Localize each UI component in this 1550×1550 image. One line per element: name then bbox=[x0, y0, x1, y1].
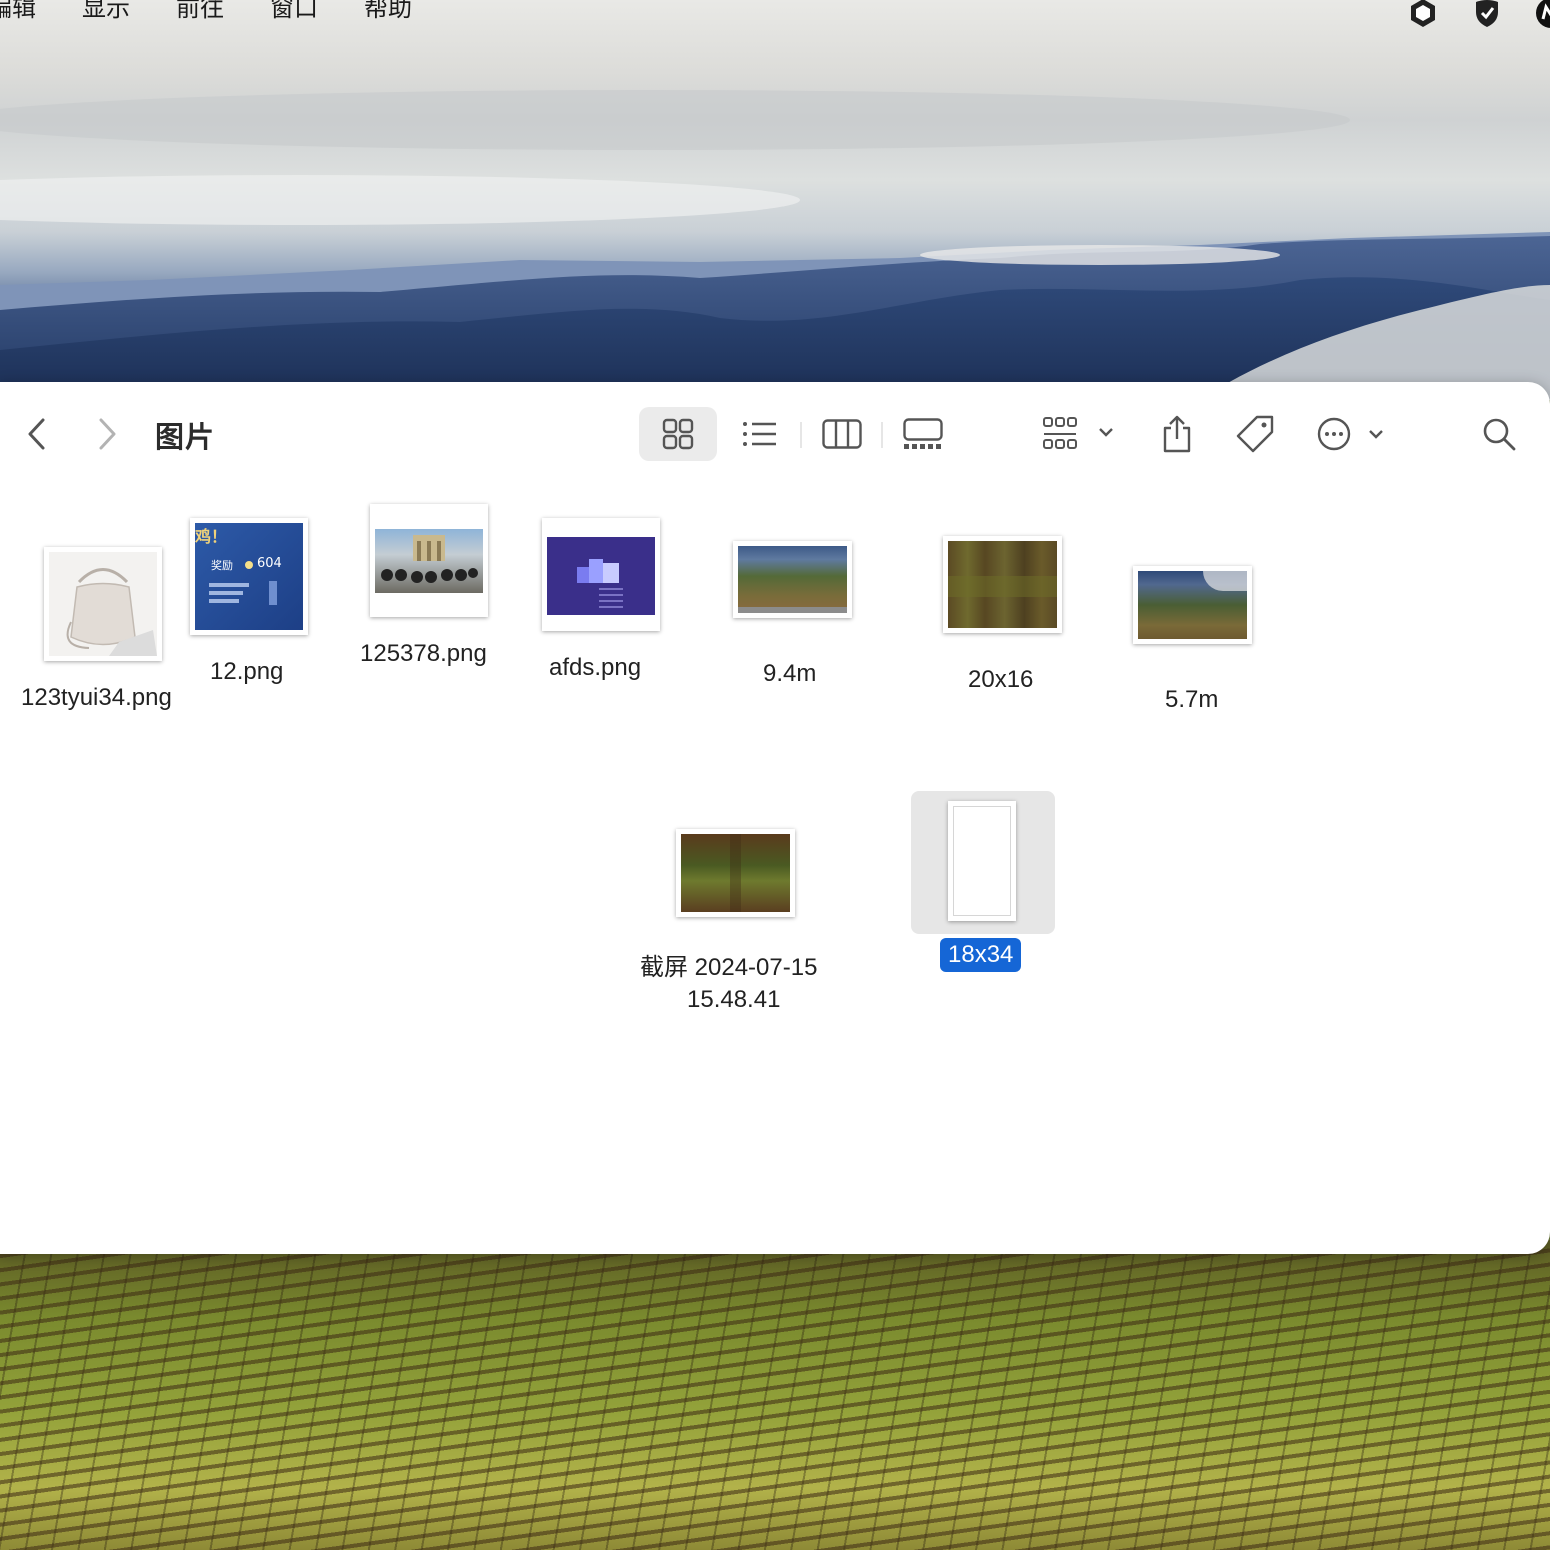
forward-button[interactable] bbox=[90, 414, 126, 454]
menu-window[interactable]: 窗口 bbox=[270, 0, 318, 20]
window-title: 图片 bbox=[155, 420, 216, 454]
more-actions-button[interactable] bbox=[1312, 407, 1392, 461]
file-thumbnail: 鸡！ 奖励 604 bbox=[190, 518, 308, 635]
file-name-line1: 截屏 2024-07-15 bbox=[640, 954, 818, 981]
grid-icon bbox=[662, 418, 694, 450]
desktop-wallpaper-sky bbox=[0, 0, 1550, 400]
column-view-button[interactable] bbox=[812, 407, 872, 461]
shield-check-icon[interactable] bbox=[1470, 0, 1504, 30]
tag-icon bbox=[1236, 415, 1274, 453]
file-name: 123tyui34.png bbox=[21, 684, 172, 711]
chevron-down-icon bbox=[1099, 428, 1113, 437]
desktop-wallpaper-vineyard bbox=[0, 1240, 1550, 1550]
coin-dot bbox=[245, 561, 253, 569]
file-thumbnail bbox=[542, 518, 660, 631]
file-name: 20x16 bbox=[968, 666, 1034, 693]
menu-edit[interactable]: 编辑 bbox=[0, 0, 36, 20]
menu-view[interactable]: 显示 bbox=[82, 0, 130, 20]
back-button[interactable] bbox=[18, 414, 54, 454]
file-thumbnail bbox=[943, 536, 1062, 633]
group-grid-icon bbox=[1043, 417, 1113, 449]
search-button[interactable] bbox=[1472, 407, 1526, 461]
tag-button[interactable] bbox=[1228, 407, 1282, 461]
menu-bar: 编辑 显示 前往 窗口 帮助 bbox=[0, 0, 1550, 36]
finder-toolbar: 图片 bbox=[0, 382, 1550, 486]
file-name: 12.png bbox=[210, 658, 284, 685]
thumb-text: 鸡！ bbox=[195, 527, 228, 546]
gallery-icon bbox=[903, 418, 943, 449]
columns-icon bbox=[822, 419, 862, 449]
m-app-icon[interactable] bbox=[1534, 0, 1550, 30]
chevron-left-icon bbox=[28, 418, 45, 450]
file-thumbnail bbox=[676, 829, 795, 917]
thumb-text: 奖励 bbox=[211, 559, 233, 572]
file-name: 9.4m bbox=[763, 660, 817, 687]
share-button[interactable] bbox=[1150, 407, 1204, 461]
file-name: 125378.png bbox=[360, 640, 487, 667]
search-icon bbox=[1483, 418, 1516, 451]
list-view-button[interactable] bbox=[730, 407, 790, 461]
file-thumbnail bbox=[948, 801, 1016, 921]
file-name: afds.png bbox=[549, 654, 642, 681]
menu-go[interactable]: 前往 bbox=[176, 0, 224, 20]
ellipsis-circle-icon bbox=[1317, 417, 1383, 451]
toolbar-divider bbox=[881, 422, 883, 448]
file-thumbnail bbox=[370, 504, 488, 617]
file-name: 5.7m bbox=[1165, 686, 1219, 713]
menu-help[interactable]: 帮助 bbox=[364, 0, 412, 20]
share-icon bbox=[1163, 415, 1191, 453]
mountain-landscape bbox=[0, 90, 1550, 400]
file-name: 18x34 bbox=[940, 938, 1022, 972]
file-thumbnail bbox=[733, 541, 852, 618]
thumb-text: 604 bbox=[257, 556, 282, 571]
file-thumbnail bbox=[44, 547, 162, 661]
toolbar-divider bbox=[800, 422, 802, 448]
icon-view-button[interactable] bbox=[639, 407, 717, 461]
list-icon bbox=[743, 422, 776, 446]
gallery-view-button[interactable] bbox=[893, 407, 953, 461]
file-name-line2: 15.48.41 bbox=[687, 986, 781, 1013]
chevron-right-icon bbox=[99, 418, 116, 450]
finder-window: 图片 bbox=[0, 382, 1550, 1254]
group-by-button[interactable] bbox=[1040, 407, 1120, 461]
file-thumbnail bbox=[1133, 566, 1252, 644]
shield-hex-icon[interactable] bbox=[1406, 0, 1440, 30]
